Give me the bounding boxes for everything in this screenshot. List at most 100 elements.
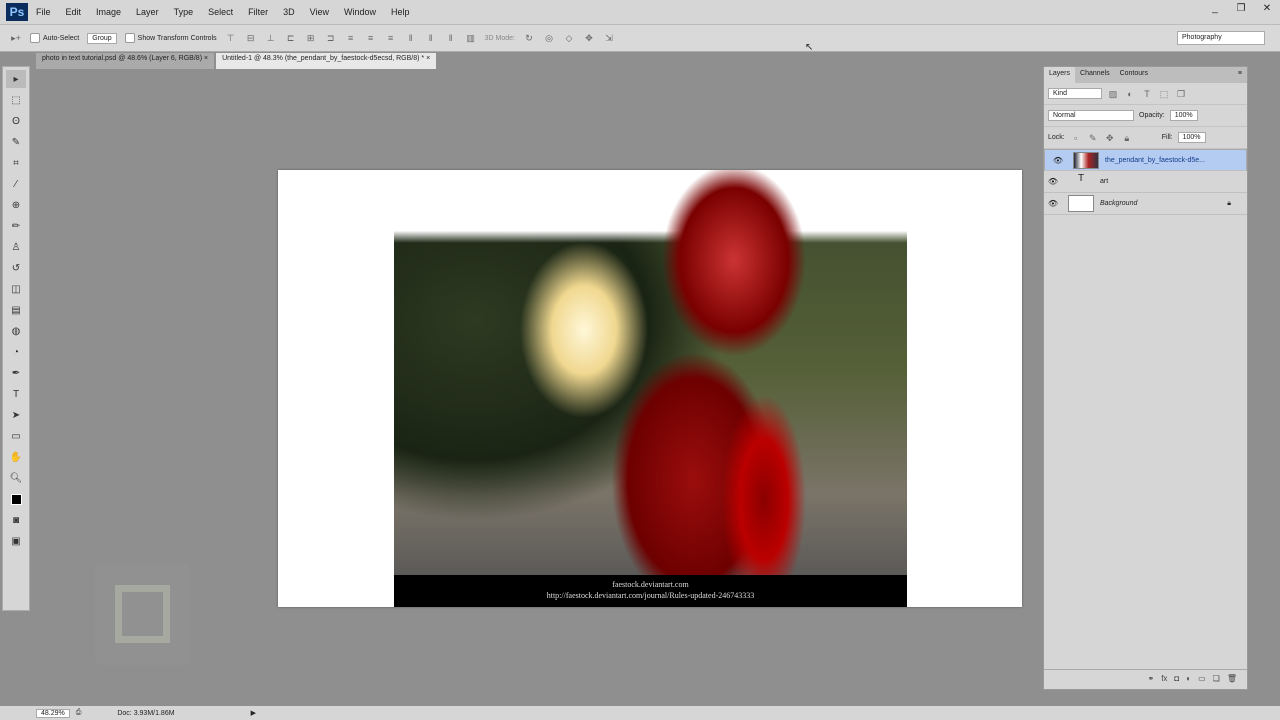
marquee-tool-icon[interactable]: ⬚ [6, 91, 26, 109]
quick-mask-icon[interactable]: ◙ [6, 511, 26, 529]
auto-select-checkbox[interactable]: Auto-Select [30, 33, 79, 43]
eraser-tool-icon[interactable]: ◫ [6, 280, 26, 298]
color-swatches-icon[interactable] [6, 490, 26, 508]
path-select-tool-icon[interactable]: ➤ [6, 406, 26, 424]
history-brush-icon[interactable]: ↺ [6, 259, 26, 277]
3d-slide-icon[interactable]: ✥ [583, 32, 595, 44]
3d-drag-icon[interactable]: ◇ [563, 32, 575, 44]
3d-roll-icon[interactable]: ◎ [543, 32, 555, 44]
opacity-input[interactable]: 100% [1169, 110, 1198, 121]
tab-channels[interactable]: Channels [1075, 67, 1115, 83]
healing-tool-icon[interactable]: ⊕ [6, 196, 26, 214]
visibility-eye-icon[interactable]: 👁︎ [1049, 156, 1067, 165]
menu-filter[interactable]: Filter [248, 7, 268, 17]
minimize-button[interactable]: _ [1202, 0, 1228, 16]
align-bottom-icon[interactable]: ⊥ [265, 32, 277, 44]
stamp-tool-icon[interactable]: ♙ [6, 238, 26, 256]
filter-pixel-icon[interactable]: ▨ [1107, 88, 1119, 100]
shape-tool-icon[interactable]: ▭ [6, 427, 26, 445]
new-group-icon[interactable]: ▭ [1198, 674, 1206, 685]
menu-view[interactable]: View [310, 7, 329, 17]
tab-untitled-1[interactable]: Untitled-1 @ 48.3% (the_pendant_by_faest… [216, 53, 437, 69]
auto-align-icon[interactable]: ▥ [465, 32, 477, 44]
distribute-right-icon[interactable]: ‖ [445, 32, 457, 44]
menu-help[interactable]: Help [391, 7, 410, 17]
distribute-vcenter-icon[interactable]: ≡ [365, 32, 377, 44]
link-layers-icon[interactable]: ⚭ [1147, 674, 1154, 685]
screen-mode-icon[interactable]: ▣ [6, 532, 26, 550]
menu-file[interactable]: File [36, 7, 51, 17]
filter-adjustment-icon[interactable]: ◐ [1124, 88, 1136, 100]
lock-transparent-icon[interactable]: ▫ [1070, 132, 1082, 144]
layer-name[interactable]: Background [1100, 200, 1227, 207]
brush-tool-icon[interactable]: ✏ [6, 217, 26, 235]
tab-layers[interactable]: Layers [1044, 67, 1076, 83]
distribute-hcenter-icon[interactable]: ‖ [425, 32, 437, 44]
align-vcenter-icon[interactable]: ⊟ [245, 32, 257, 44]
menu-layer[interactable]: Layer [136, 7, 159, 17]
filter-smart-object-icon[interactable]: ❐ [1175, 88, 1187, 100]
filter-shape-icon[interactable]: ⬚ [1158, 88, 1170, 100]
move-tool-icon[interactable]: ▸ [6, 70, 26, 88]
3d-rotate-icon[interactable]: ↻ [523, 32, 535, 44]
add-mask-icon[interactable]: ◘ [1174, 674, 1179, 685]
adjustment-layer-icon[interactable]: ◐ [1186, 674, 1191, 685]
menu-image[interactable]: Image [96, 7, 121, 17]
align-right-icon[interactable]: ⊐ [325, 32, 337, 44]
layer-row[interactable]: 👁︎ the_pendant_by_faestock-d5e... [1044, 149, 1247, 171]
distribute-left-icon[interactable]: ‖ [405, 32, 417, 44]
restore-button[interactable]: ❐ [1228, 0, 1254, 16]
group-select[interactable]: Group [87, 32, 117, 44]
dodge-tool-icon[interactable]: ◔ [6, 343, 26, 361]
layer-name[interactable]: art [1100, 178, 1247, 185]
menu-type[interactable]: Type [174, 7, 194, 17]
tab-photo-in-text[interactable]: photo in text tutorial.psd @ 48.6% (Laye… [36, 53, 215, 69]
align-left-icon[interactable]: ⊏ [285, 32, 297, 44]
blend-mode-select[interactable]: Normal [1048, 110, 1134, 121]
layer-style-icon[interactable]: fx [1161, 674, 1167, 685]
gradient-tool-icon[interactable]: ▤ [6, 301, 26, 319]
visibility-eye-icon[interactable]: 👁︎ [1044, 199, 1062, 208]
workspace-select[interactable]: Photography [1177, 31, 1265, 45]
lasso-tool-icon[interactable]: ʘ [6, 112, 26, 130]
menu-window[interactable]: Window [344, 7, 376, 17]
delete-layer-icon[interactable]: 🗑︎ [1227, 674, 1237, 685]
quick-select-tool-icon[interactable]: ✎ [6, 133, 26, 151]
align-hcenter-icon[interactable]: ⊞ [305, 32, 317, 44]
tab-contours[interactable]: Contours [1115, 67, 1153, 83]
close-tab-icon[interactable]: × [204, 55, 208, 62]
crop-tool-icon[interactable]: ⌗ [6, 154, 26, 172]
menu-select[interactable]: Select [208, 7, 233, 17]
lock-position-icon[interactable]: ✥ [1104, 132, 1116, 144]
layer-row[interactable]: 👁︎ Background 🔒︎ [1044, 193, 1247, 215]
menu-edit[interactable]: Edit [66, 7, 82, 17]
align-top-icon[interactable]: ⊤ [225, 32, 237, 44]
layer-row[interactable]: 👁︎ T art [1044, 171, 1247, 193]
menu-3d[interactable]: 3D [283, 7, 295, 17]
fill-input[interactable]: 100% [1177, 132, 1206, 143]
zoom-level-input[interactable]: 48.29% [36, 708, 70, 718]
layer-name[interactable]: the_pendant_by_faestock-d5e... [1105, 157, 1242, 164]
export-icon[interactable]: ⎙ [76, 709, 82, 717]
move-tool-preset-icon[interactable]: ▸+ [10, 32, 22, 44]
close-button[interactable]: ✕ [1254, 0, 1280, 16]
panel-menu-icon[interactable]: ≡ [1233, 67, 1247, 83]
distribute-top-icon[interactable]: ≡ [345, 32, 357, 44]
eyedropper-tool-icon[interactable]: ⁄ [6, 175, 26, 193]
show-transform-checkbox[interactable]: Show Transform Controls [124, 33, 217, 43]
filter-type-icon[interactable]: T [1141, 88, 1153, 100]
3d-scale-icon[interactable]: ⇲ [603, 32, 615, 44]
hand-tool-icon[interactable]: ✋ [6, 448, 26, 466]
close-tab-icon[interactable]: × [426, 55, 430, 62]
type-tool-icon[interactable]: T [6, 385, 26, 403]
status-menu-arrow-icon[interactable]: ▶ [251, 709, 256, 717]
distribute-bottom-icon[interactable]: ≡ [385, 32, 397, 44]
pendant-photo[interactable] [394, 170, 907, 575]
pen-tool-icon[interactable]: ✒ [6, 364, 26, 382]
visibility-eye-icon[interactable]: 👁︎ [1044, 177, 1062, 186]
lock-pixels-icon[interactable]: ✎ [1087, 132, 1099, 144]
blur-tool-icon[interactable]: ◍ [6, 322, 26, 340]
filter-kind-select[interactable]: Kind [1048, 88, 1102, 99]
lock-all-icon[interactable]: 🔒︎ [1121, 132, 1133, 144]
new-layer-icon[interactable]: ❏ [1213, 674, 1220, 685]
